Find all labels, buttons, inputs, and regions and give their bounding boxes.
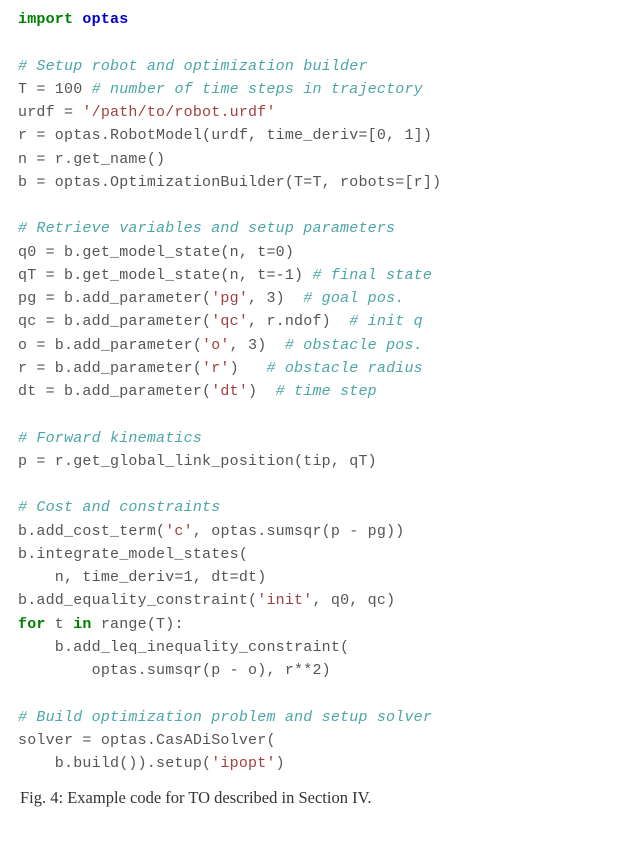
- comment: # Cost and constraints: [18, 499, 220, 516]
- comment: # final state: [312, 267, 432, 284]
- code-line: T = 100 # number of time steps in trajec…: [18, 81, 423, 98]
- code-text: b.add_equality_constraint(: [18, 592, 257, 609]
- comment: # obstacle radius: [266, 360, 422, 377]
- comment: # Retrieve variables and setup parameter…: [18, 220, 395, 237]
- code-text: , r.ndof): [248, 313, 349, 330]
- code-text: ): [276, 755, 285, 772]
- code-line: pg = b.add_parameter('pg', 3) # goal pos…: [18, 290, 404, 307]
- string-literal: 'c': [165, 523, 193, 540]
- code-line: b.build()).setup('ipopt'): [18, 755, 285, 772]
- code-text: qc = b.add_parameter(: [18, 313, 211, 330]
- code-line: import optas: [18, 11, 128, 28]
- string-literal: 'dt': [211, 383, 248, 400]
- code-line: b.add_cost_term('c', optas.sumsqr(p - pg…: [18, 523, 404, 540]
- code-text: , 3): [230, 337, 285, 354]
- comment: # number of time steps in trajectory: [92, 81, 423, 98]
- code-listing: import optas # Setup robot and optimizat…: [18, 8, 610, 775]
- string-literal: 'o': [202, 337, 230, 354]
- string-literal: 'init': [257, 592, 312, 609]
- code-text: T = 100: [18, 81, 92, 98]
- code-text: b.add_cost_term(: [18, 523, 165, 540]
- figure-caption: Fig. 4: Example code for TO described in…: [18, 785, 610, 811]
- keyword-for: for: [18, 616, 46, 633]
- code-line: urdf = '/path/to/robot.urdf': [18, 104, 276, 121]
- code-line: qc = b.add_parameter('qc', r.ndof) # ini…: [18, 313, 423, 330]
- module-name: optas: [82, 11, 128, 28]
- code-line: qT = b.get_model_state(n, t=-1) # final …: [18, 267, 432, 284]
- code-text: r = b.add_parameter(: [18, 360, 202, 377]
- code-line: o = b.add_parameter('o', 3) # obstacle p…: [18, 337, 423, 354]
- code-line: n = r.get_name(): [18, 151, 165, 168]
- code-line: q0 = b.get_model_state(n, t=0): [18, 244, 294, 261]
- comment: # obstacle pos.: [285, 337, 423, 354]
- string-literal: 'qc': [211, 313, 248, 330]
- string-literal: 'r': [202, 360, 230, 377]
- code-text: , optas.sumsqr(p - pg)): [193, 523, 405, 540]
- code-text: ): [230, 360, 267, 377]
- code-line: b = optas.OptimizationBuilder(T=T, robot…: [18, 174, 441, 191]
- code-text: dt = b.add_parameter(: [18, 383, 211, 400]
- string-literal: 'pg': [211, 290, 248, 307]
- keyword-import: import: [18, 11, 73, 28]
- code-text: t: [46, 616, 74, 633]
- code-text: , 3): [248, 290, 303, 307]
- code-line: b.add_equality_constraint('init', q0, qc…: [18, 592, 395, 609]
- comment: # Forward kinematics: [18, 430, 202, 447]
- code-line: solver = optas.CasADiSolver(: [18, 732, 276, 749]
- comment: # time step: [276, 383, 377, 400]
- code-text: , q0, qc): [312, 592, 395, 609]
- comment: # init q: [349, 313, 423, 330]
- code-line: r = optas.RobotModel(urdf, time_deriv=[0…: [18, 127, 432, 144]
- code-line: for t in range(T):: [18, 616, 184, 633]
- comment: # goal pos.: [303, 290, 404, 307]
- code-line: b.integrate_model_states(: [18, 546, 248, 563]
- code-text: ): [248, 383, 276, 400]
- code-line: p = r.get_global_link_position(tip, qT): [18, 453, 377, 470]
- code-line: r = b.add_parameter('r') # obstacle radi…: [18, 360, 423, 377]
- code-line: b.add_leq_inequality_constraint(: [18, 639, 349, 656]
- keyword-in: in: [73, 616, 91, 633]
- code-text: o = b.add_parameter(: [18, 337, 202, 354]
- code-line: n, time_deriv=1, dt=dt): [18, 569, 266, 586]
- code-text: qT = b.get_model_state(n, t=-1): [18, 267, 312, 284]
- comment: # Build optimization problem and setup s…: [18, 709, 432, 726]
- string-literal: '/path/to/robot.urdf': [82, 104, 275, 121]
- code-text: b.build()).setup(: [18, 755, 211, 772]
- code-line: optas.sumsqr(p - o), r**2): [18, 662, 331, 679]
- string-literal: 'ipopt': [211, 755, 275, 772]
- comment: # Setup robot and optimization builder: [18, 58, 368, 75]
- code-text: urdf =: [18, 104, 82, 121]
- code-text: range(T):: [92, 616, 184, 633]
- code-text: pg = b.add_parameter(: [18, 290, 211, 307]
- code-line: dt = b.add_parameter('dt') # time step: [18, 383, 377, 400]
